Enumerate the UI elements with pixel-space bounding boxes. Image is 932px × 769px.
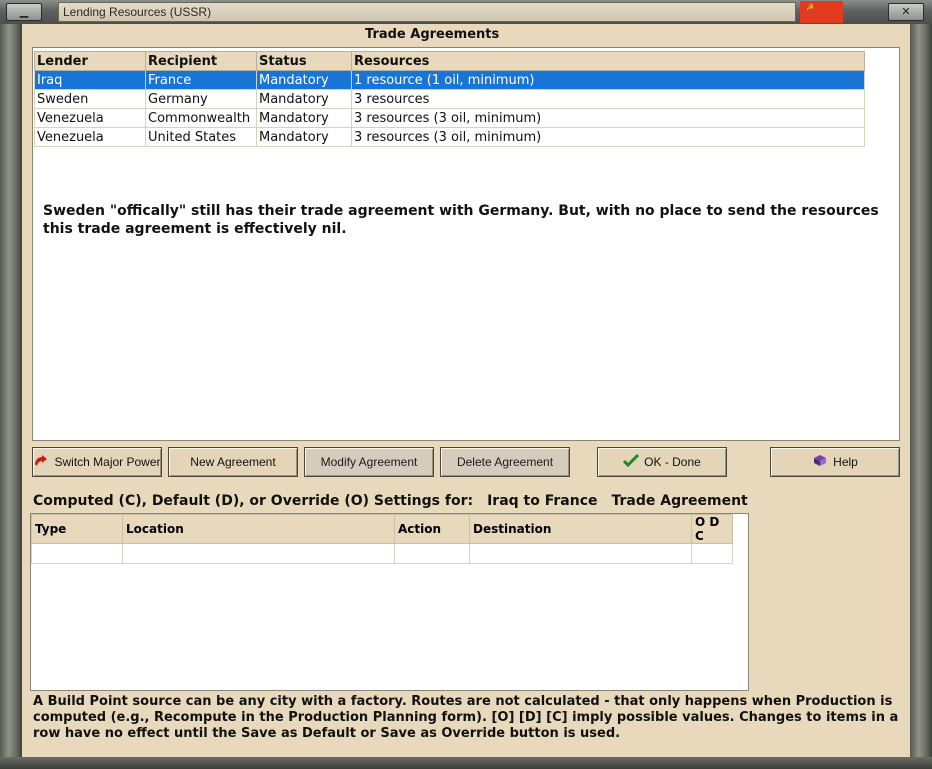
title-field: Lending Resources (USSR) xyxy=(58,2,796,22)
col-recipient[interactable]: Recipient xyxy=(145,51,257,71)
cell-odc[interactable] xyxy=(691,543,733,564)
new-agreement-button[interactable]: New Agreement xyxy=(168,447,298,477)
agreement-note: Sweden "offically" still has their trade… xyxy=(43,203,879,237)
table-row[interactable]: Venezuela United States Mandatory 3 reso… xyxy=(34,127,865,147)
switch-arrow-icon xyxy=(33,454,49,471)
cell-status[interactable]: Mandatory xyxy=(256,70,352,90)
modify-agreement-button[interactable]: Modify Agreement xyxy=(304,447,434,477)
right-frame xyxy=(910,24,932,769)
table-row[interactable]: Venezuela Commonwealth Mandatory 3 resou… xyxy=(34,108,865,128)
cell-resources[interactable]: 1 resource (1 oil, minimum) xyxy=(351,70,865,90)
trade-agreements-title: Trade Agreements xyxy=(365,27,500,42)
switch-major-power-button[interactable]: Switch Major Power xyxy=(32,447,162,477)
delete-agreement-button[interactable]: Delete Agreement xyxy=(440,447,570,477)
cell-recipient[interactable]: United States xyxy=(145,127,257,147)
cell-lender[interactable]: Venezuela xyxy=(34,127,146,147)
col-lender[interactable]: Lender xyxy=(34,51,146,71)
delete-agreement-label: Delete Agreement xyxy=(456,455,554,469)
trade-agreements-panel: Lender Recipient Status Resources Iraq F… xyxy=(32,47,900,441)
cell-destination[interactable] xyxy=(469,543,692,564)
cell-lender[interactable]: Iraq xyxy=(34,70,146,90)
help-book-icon xyxy=(812,454,828,471)
settings-label: Computed (C), Default (D), or Override (… xyxy=(33,493,474,509)
col-action[interactable]: Action xyxy=(394,514,470,544)
main-window: ▁ Lending Resources (USSR) ☭ ✕ Trade Agr… xyxy=(0,0,932,769)
close-icon: ✕ xyxy=(901,5,911,18)
cell-type[interactable] xyxy=(31,543,123,564)
cell-action[interactable] xyxy=(394,543,470,564)
cell-status[interactable]: Mandatory xyxy=(256,89,352,109)
trade-agreements-table: Lender Recipient Status Resources Iraq F… xyxy=(34,51,865,147)
col-resources[interactable]: Resources xyxy=(351,51,865,71)
help-label: Help xyxy=(833,455,858,469)
settings-kind: Trade Agreement xyxy=(611,493,748,509)
table-row[interactable] xyxy=(31,543,733,564)
cell-status[interactable]: Mandatory xyxy=(256,127,352,147)
cell-recipient[interactable]: Germany xyxy=(145,89,257,109)
ussr-flag: ☭ xyxy=(800,1,843,23)
modify-agreement-label: Modify Agreement xyxy=(320,455,418,469)
hammer-sickle-icon: ☭ xyxy=(806,3,815,13)
minimize-button[interactable]: ▁ xyxy=(6,3,42,21)
bottom-frame xyxy=(0,757,932,769)
settings-for: Iraq to France xyxy=(487,493,598,509)
checkmark-icon xyxy=(623,453,640,471)
col-type[interactable]: Type xyxy=(31,514,123,544)
cell-lender[interactable]: Venezuela xyxy=(34,108,146,128)
close-button[interactable]: ✕ xyxy=(888,3,924,21)
ok-done-label: OK - Done xyxy=(644,455,701,469)
cell-resources[interactable]: 3 resources (3 oil, minimum) xyxy=(351,108,865,128)
cell-status[interactable]: Mandatory xyxy=(256,108,352,128)
cell-lender[interactable]: Sweden xyxy=(34,89,146,109)
window-title: Lending Resources (USSR) xyxy=(63,5,212,19)
col-status[interactable]: Status xyxy=(256,51,352,71)
cell-location[interactable] xyxy=(122,543,395,564)
footer-help-text: A Build Point source can be any city wit… xyxy=(33,694,899,741)
cell-resources[interactable]: 3 resources (3 oil, minimum) xyxy=(351,127,865,147)
ok-done-button[interactable]: OK - Done xyxy=(597,447,727,477)
title-bar: ▁ Lending Resources (USSR) ☭ ✕ xyxy=(0,0,932,25)
cell-resources[interactable]: 3 resources xyxy=(351,89,865,109)
table-row[interactable]: Sweden Germany Mandatory 3 resources xyxy=(34,89,865,109)
col-destination[interactable]: Destination xyxy=(469,514,692,544)
cell-recipient[interactable]: France xyxy=(145,70,257,90)
table-row[interactable]: Iraq France Mandatory 1 resource (1 oil,… xyxy=(34,70,865,90)
cell-recipient[interactable]: Commonwealth xyxy=(145,108,257,128)
settings-panel: Type Location Action Destination O D C xyxy=(30,513,749,691)
settings-header: Computed (C), Default (D), or Override (… xyxy=(33,493,762,509)
minimize-icon: ▁ xyxy=(19,5,29,18)
help-button[interactable]: Help xyxy=(770,447,900,477)
left-frame xyxy=(0,24,22,769)
col-location[interactable]: Location xyxy=(122,514,395,544)
switch-major-power-label: Switch Major Power xyxy=(54,455,161,469)
new-agreement-label: New Agreement xyxy=(190,455,276,469)
settings-table: Type Location Action Destination O D C xyxy=(31,514,733,564)
col-odc[interactable]: O D C xyxy=(691,514,733,544)
